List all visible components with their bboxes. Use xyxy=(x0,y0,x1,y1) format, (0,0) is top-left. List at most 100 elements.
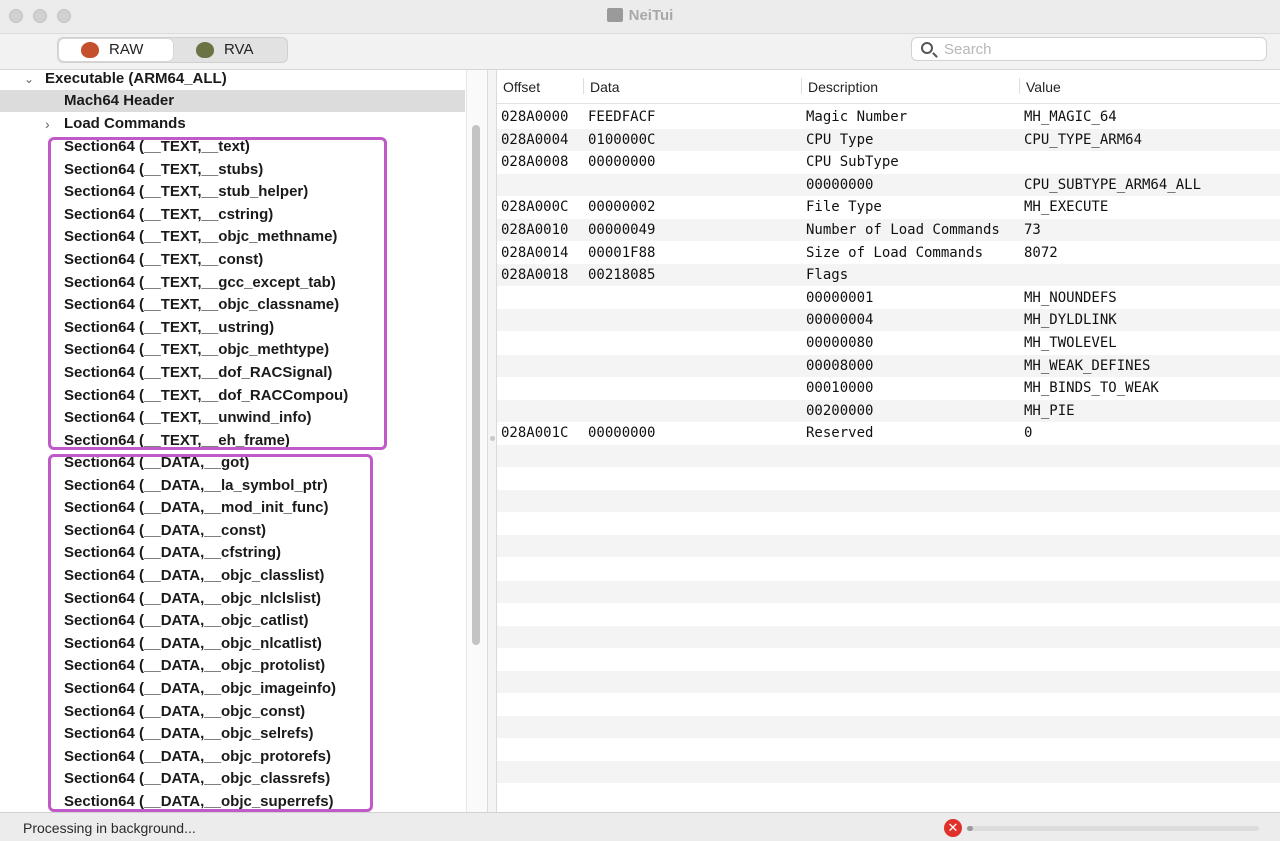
description-cell: 00000000 xyxy=(806,176,874,193)
table-row[interactable]: 028A001C 00000000 Reserved 0 xyxy=(497,422,1280,444)
empty-table-row[interactable] xyxy=(497,490,1280,513)
rva-mode-label: RVA xyxy=(224,41,254,58)
offset-cell: 028A0004 xyxy=(501,131,569,148)
divider-grip-icon[interactable] xyxy=(490,436,495,441)
table-row[interactable]: 00010000 MH_BINDS_TO_WEAK xyxy=(497,377,1280,399)
raw-mode-label: RAW xyxy=(109,41,144,58)
window-title: NeiTui xyxy=(0,7,1280,24)
status-text: Processing in background... xyxy=(23,820,196,836)
window-title-text: NeiTui xyxy=(628,7,674,24)
table-header: Offset Data Description Value xyxy=(497,70,1280,104)
table-row[interactable]: 00000004 MH_DYLDLINK xyxy=(497,309,1280,332)
table-row[interactable]: 00200000 MH_PIE xyxy=(497,399,1280,422)
table-row[interactable]: 00000001 MH_NOUNDEFS xyxy=(497,287,1280,309)
offset-cell: 028A000C xyxy=(501,199,569,216)
tree-item-label: Load Commands xyxy=(64,115,186,132)
empty-table-row[interactable] xyxy=(497,694,1280,716)
offset-cell: 028A0018 xyxy=(501,267,569,284)
header-fields-table: Offset Data Description Value 028A0000 FE… xyxy=(497,70,1280,812)
empty-table-row[interactable] xyxy=(497,468,1280,490)
column-header-description[interactable]: Description xyxy=(808,79,878,95)
table-row[interactable]: 028A0004 0100000C CPU Type CPU_TYPE_ARM64 xyxy=(497,128,1280,151)
sidebar-scrollbar[interactable] xyxy=(466,70,487,812)
table-row[interactable]: 028A0008 00000000 CPU SubType xyxy=(497,151,1280,173)
column-divider xyxy=(583,78,584,94)
description-cell: File Type xyxy=(806,199,882,216)
value-cell: 73 xyxy=(1024,222,1041,238)
tree-item-label: Executable (ARM64_ALL) xyxy=(45,70,227,87)
search-field[interactable] xyxy=(911,37,1267,61)
empty-table-row[interactable] xyxy=(497,739,1280,761)
tree-item-load-commands[interactable]: › Load Commands xyxy=(0,113,465,135)
table-row[interactable]: 00008000 MH_WEAK_DEFINES xyxy=(497,354,1280,377)
value-cell: MH_TWOLEVEL xyxy=(1024,335,1117,351)
value-cell: MH_EXECUTE xyxy=(1024,199,1109,216)
sidebar-scroll-thumb[interactable] xyxy=(472,125,480,645)
value-cell: MH_PIE xyxy=(1024,402,1075,419)
tree-item-mach64-header[interactable]: Mach64 Header xyxy=(0,90,465,112)
value-cell: MH_WEAK_DEFINES xyxy=(1024,357,1151,374)
split-view-divider[interactable] xyxy=(487,70,497,812)
description-cell: Flags xyxy=(806,267,849,284)
table-row[interactable]: 028A0000 FEEDFACF Magic Number MH_MAGIC_64 xyxy=(497,106,1280,128)
value-cell: MH_MAGIC_64 xyxy=(1024,109,1117,125)
empty-table-row[interactable] xyxy=(497,513,1280,535)
description-cell: 00008000 xyxy=(806,357,874,374)
table-row[interactable]: 00000000 CPU_SUBTYPE_ARM64_ALL xyxy=(497,173,1280,196)
column-divider xyxy=(1019,78,1020,94)
empty-table-row[interactable] xyxy=(497,671,1280,693)
empty-table-row[interactable] xyxy=(497,603,1280,625)
description-cell: Magic Number xyxy=(806,109,908,125)
chevron-right-icon[interactable]: › xyxy=(45,113,50,135)
table-row[interactable]: 028A000C 00000002 File Type MH_EXECUTE xyxy=(497,196,1280,218)
data-cell: 00001F88 xyxy=(588,244,656,261)
tree-item-label: Mach64 Header xyxy=(64,92,175,109)
data-cell: 0100000C xyxy=(588,131,656,148)
value-cell: 0 xyxy=(1024,425,1033,442)
empty-table-row[interactable] xyxy=(497,716,1280,739)
column-header-data[interactable]: Data xyxy=(590,79,620,95)
column-header-value[interactable]: Value xyxy=(1026,79,1061,95)
tree-item-executable[interactable]: ⌄ Executable (ARM64_ALL) xyxy=(0,70,465,90)
value-cell: CPU_SUBTYPE_ARM64_ALL xyxy=(1024,176,1202,193)
data-sections-highlight xyxy=(48,454,373,812)
status-bar: Processing in background... ✕ xyxy=(0,812,1280,841)
text-sections-highlight xyxy=(48,137,387,450)
offset-cell: 028A0014 xyxy=(501,244,569,261)
data-cell: 00000000 xyxy=(588,154,656,171)
empty-table-row[interactable] xyxy=(497,445,1280,467)
empty-table-row[interactable] xyxy=(497,625,1280,648)
empty-table-row[interactable] xyxy=(497,580,1280,603)
empty-table-row[interactable] xyxy=(497,761,1280,784)
progress-bar xyxy=(967,826,1259,831)
value-cell: 8072 xyxy=(1024,244,1058,261)
empty-table-row[interactable] xyxy=(497,558,1280,580)
table-row[interactable]: 028A0014 00001F88 Size of Load Commands 807… xyxy=(497,242,1280,264)
table-row[interactable]: 028A0010 00000049 Number of Load Commands 7… xyxy=(497,219,1280,241)
description-cell: Size of Load Commands xyxy=(806,244,984,261)
empty-table-row[interactable] xyxy=(497,784,1280,806)
table-row[interactable]: 028A0018 00218085 Flags xyxy=(497,264,1280,287)
empty-table-row[interactable] xyxy=(497,535,1280,558)
column-header-offset[interactable]: Offset xyxy=(503,79,540,95)
empty-table-row[interactable] xyxy=(497,648,1280,670)
rva-mode-button[interactable]: RVA xyxy=(174,39,288,61)
offset-cell: 028A0010 xyxy=(501,222,569,238)
value-cell: MH_DYLDLINK xyxy=(1024,312,1117,329)
stop-icon[interactable]: ✕ xyxy=(944,819,962,837)
progress-fill xyxy=(967,826,973,831)
search-input[interactable] xyxy=(944,40,1254,58)
data-cell: FEEDFACF xyxy=(588,109,656,125)
offset-cell: 028A0008 xyxy=(501,154,569,171)
data-cell: 00000002 xyxy=(588,199,656,216)
toolbar: RAW RVA xyxy=(0,34,1280,70)
description-cell: 00010000 xyxy=(806,380,874,397)
value-cell: MH_NOUNDEFS xyxy=(1024,289,1117,306)
offset-cell: 028A001C xyxy=(501,425,569,442)
chevron-down-icon[interactable]: ⌄ xyxy=(24,70,34,90)
raw-mode-button[interactable]: RAW xyxy=(59,39,173,61)
table-row[interactable]: 00000080 MH_TWOLEVEL xyxy=(497,332,1280,354)
description-cell: Number of Load Commands xyxy=(806,222,1000,238)
column-divider xyxy=(801,78,802,94)
value-cell: CPU_TYPE_ARM64 xyxy=(1024,131,1143,148)
